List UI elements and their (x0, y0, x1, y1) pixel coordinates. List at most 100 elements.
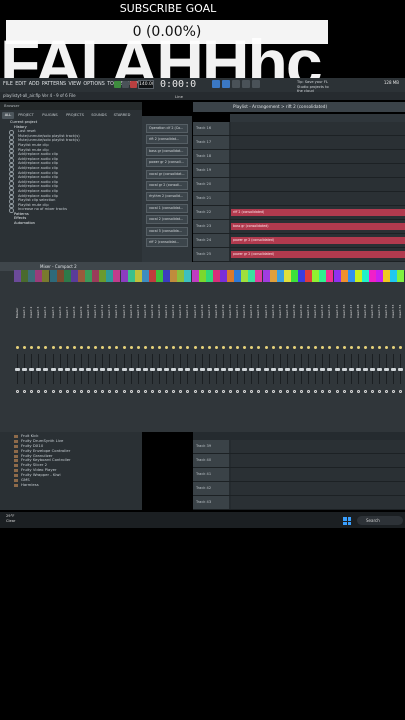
mixer-strip[interactable]: Insert 12 (99, 270, 107, 430)
stop-icon[interactable] (122, 81, 129, 88)
mixer-strip[interactable]: Insert 50 (369, 270, 376, 430)
pan-knob[interactable] (342, 346, 346, 349)
send-dot[interactable] (342, 390, 346, 393)
mixer-strip[interactable]: Insert 22 (170, 270, 178, 430)
mixer-strip[interactable]: Insert 32 (241, 270, 249, 430)
pan-knob[interactable] (158, 346, 161, 349)
pan-knob[interactable] (30, 346, 34, 349)
pan-knob[interactable] (87, 346, 90, 349)
fader-knob[interactable] (22, 368, 28, 371)
mixer-strip[interactable]: Insert 51 (376, 270, 384, 430)
step-edit-icon[interactable] (222, 80, 230, 88)
send-dot[interactable] (278, 390, 282, 393)
send-dot[interactable] (392, 390, 396, 393)
send-dot[interactable] (356, 390, 360, 393)
pan-knob[interactable] (179, 346, 183, 349)
track-label[interactable]: Track 40 (193, 454, 229, 467)
mixer-strip[interactable]: Insert 13 (106, 270, 114, 430)
send-dot[interactable] (23, 390, 27, 393)
pan-knob[interactable] (385, 346, 389, 349)
send-dot[interactable] (150, 390, 154, 393)
track-lane[interactable]: power gr 2 (consolidated) (231, 248, 405, 261)
pan-knob[interactable] (321, 346, 325, 349)
track-label[interactable]: Track 24 (193, 234, 229, 247)
fader-knob[interactable] (348, 368, 354, 371)
pattern-item[interactable]: vocal 5 (consolida... (146, 226, 188, 236)
fader-knob[interactable] (355, 368, 361, 371)
pattern-item[interactable]: bass gr (consolidat... (146, 146, 188, 156)
fader-knob[interactable] (220, 368, 226, 371)
mixer-icon[interactable] (242, 80, 250, 88)
pan-knob[interactable] (101, 346, 105, 349)
pan-knob[interactable] (363, 346, 367, 349)
send-dot[interactable] (44, 390, 48, 393)
pattern-item[interactable]: riff 2 (consolidat... (146, 238, 188, 247)
send-dot[interactable] (186, 390, 190, 393)
mixer-strip[interactable]: Insert 43 (319, 270, 327, 430)
track-label[interactable]: Track 19 (193, 164, 229, 177)
fader-knob[interactable] (213, 368, 219, 371)
pan-knob[interactable] (214, 346, 218, 349)
pan-knob[interactable] (94, 346, 98, 349)
fader-knob[interactable] (299, 368, 304, 371)
pan-knob[interactable] (236, 346, 240, 349)
menu-item-edit[interactable]: EDIT (15, 82, 26, 87)
fader-knob[interactable] (50, 368, 56, 371)
fader-knob[interactable] (164, 368, 170, 371)
track-lane[interactable] (231, 136, 405, 149)
send-dot[interactable] (243, 390, 247, 393)
send-dot[interactable] (321, 390, 325, 393)
mixer-strip[interactable]: Insert 14 (113, 270, 121, 430)
pan-knob[interactable] (65, 346, 69, 349)
fader-knob[interactable] (114, 368, 120, 371)
mixer-strip[interactable]: Insert 21 (163, 270, 171, 430)
playlist-ruler[interactable] (230, 114, 405, 122)
pan-knob[interactable] (108, 346, 112, 349)
playlist-icon[interactable] (232, 80, 240, 88)
mixer-strip[interactable]: Insert 31 (234, 270, 242, 430)
send-dot[interactable] (58, 390, 62, 393)
browser-tab-starred[interactable]: STARRED (111, 112, 133, 119)
send-dot[interactable] (101, 390, 105, 393)
track-lane[interactable]: bass gr (consolidated) (231, 220, 405, 233)
mixer-strip[interactable]: Insert 7 (63, 270, 71, 430)
pan-knob[interactable] (51, 346, 55, 349)
mixer-strip[interactable]: Insert 28 (212, 270, 220, 430)
mixer-strip[interactable]: Insert 24 (184, 270, 192, 430)
mixer-strip[interactable]: Insert 30 (227, 270, 234, 430)
send-dot[interactable] (229, 390, 232, 393)
pan-knob[interactable] (207, 346, 211, 349)
mixer-strip[interactable]: Insert 19 (148, 270, 156, 430)
mixer-strip[interactable]: Insert 17 (134, 270, 142, 430)
mixer-strip[interactable]: Insert 26 (198, 270, 206, 430)
mixer-strip[interactable]: Insert 16 (127, 270, 135, 430)
fader-knob[interactable] (249, 368, 255, 371)
fader-knob[interactable] (135, 368, 141, 371)
send-dot[interactable] (30, 390, 34, 393)
pattern-item[interactable]: rift 2 (consolidat... (146, 135, 188, 145)
browser-tab-plugins[interactable]: PLUGINS (38, 112, 62, 119)
browser-tab-projects[interactable]: PROJECTS (63, 112, 87, 119)
pan-knob[interactable] (44, 346, 48, 349)
fader-knob[interactable] (128, 368, 134, 371)
pan-knob[interactable] (292, 346, 296, 349)
send-dot[interactable] (399, 390, 403, 393)
fader-knob[interactable] (15, 368, 20, 371)
pan-knob[interactable] (221, 346, 225, 349)
weather-widget[interactable]: 29°F Clear (6, 514, 36, 526)
fader-knob[interactable] (228, 368, 233, 371)
mixer-strip[interactable]: Insert 15 (120, 270, 128, 430)
fader-knob[interactable] (341, 368, 347, 371)
fader-knob[interactable] (284, 368, 290, 371)
mixer-strip[interactable]: Insert 47 (347, 270, 355, 430)
fader-knob[interactable] (313, 368, 319, 371)
taskbar-search[interactable]: Search (357, 516, 403, 525)
fader-knob[interactable] (391, 368, 397, 371)
pan-knob[interactable] (243, 346, 247, 349)
browser-tab-sounds[interactable]: SOUNDS (88, 112, 110, 119)
send-dot[interactable] (385, 390, 389, 393)
send-dot[interactable] (363, 390, 367, 393)
fader-knob[interactable] (256, 368, 262, 371)
fader-knob[interactable] (384, 368, 390, 371)
mixer-strip[interactable]: Insert 2 (28, 270, 36, 430)
